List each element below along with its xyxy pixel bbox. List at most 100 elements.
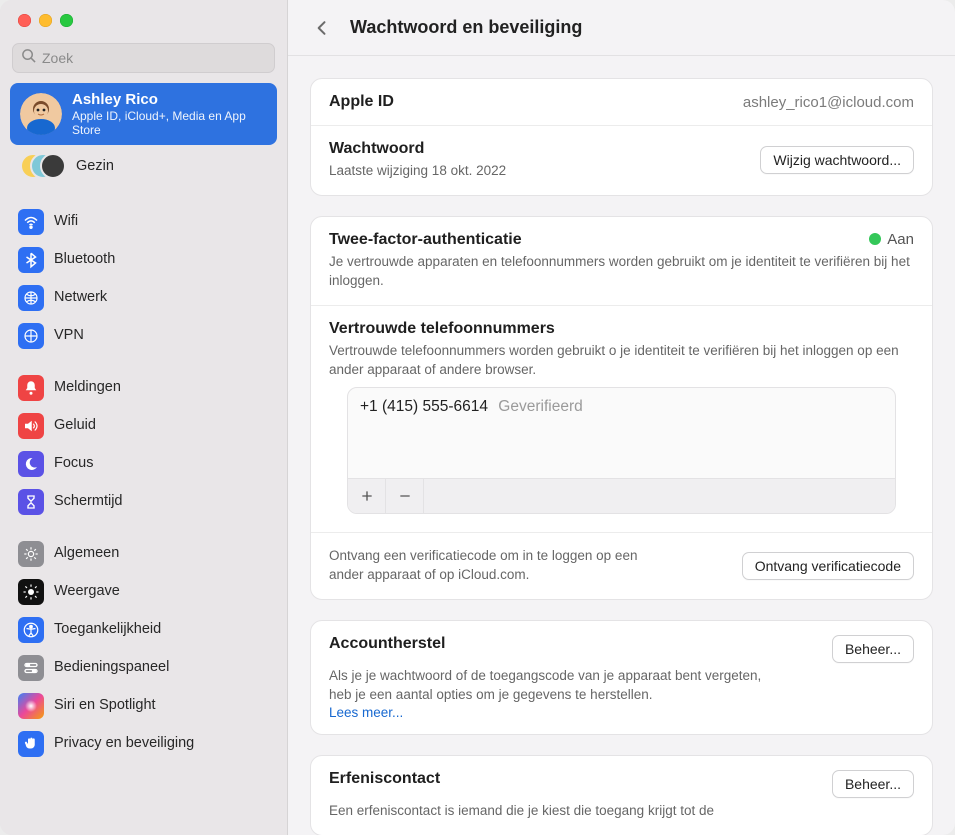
account-recovery-learn-more-link[interactable]: Lees meer... — [329, 705, 914, 720]
settings-window: Ashley Rico Apple ID, iCloud+, Media en … — [0, 0, 955, 835]
row-legacy-contact: Erfeniscontact Beheer... Een erfeniscont… — [311, 756, 932, 835]
vpn-icon — [18, 323, 44, 349]
sidebar-item-control-center[interactable]: Bedieningspaneel — [10, 649, 277, 687]
row-verification-code: Ontvang een verificatiecode om in te log… — [311, 533, 932, 599]
sidebar-item-siri[interactable]: Siri en Spotlight — [10, 687, 277, 725]
sidebar-item-accessibility[interactable]: Toegankelijkheid — [10, 611, 277, 649]
content-scroll[interactable]: Apple ID ashley_rico1@icloud.com Wachtwo… — [288, 56, 955, 835]
sidebar-item-label: Siri en Spotlight — [54, 697, 156, 714]
moon-icon — [18, 451, 44, 477]
sidebar-item-label: Meldingen — [54, 379, 121, 396]
trusted-numbers-toolbar — [348, 478, 895, 513]
card-apple-id: Apple ID ashley_rico1@icloud.com Wachtwo… — [310, 78, 933, 196]
sidebar-item-label: Bluetooth — [54, 251, 115, 268]
sidebar-item-sound[interactable]: Geluid — [10, 407, 277, 445]
page-title: Wachtwoord en beveiliging — [350, 17, 582, 38]
sidebar-item-wifi[interactable]: Wifi — [10, 203, 277, 241]
trusted-number-value: +1 (415) 555-6614 — [360, 398, 488, 415]
speaker-icon — [18, 413, 44, 439]
account-subtitle: Apple ID, iCloud+, Media en App Store — [72, 109, 267, 137]
add-number-button[interactable] — [348, 479, 386, 513]
minimize-window-button[interactable] — [39, 14, 52, 27]
zoom-window-button[interactable] — [60, 14, 73, 27]
list-empty-space — [348, 426, 895, 478]
manage-legacy-button[interactable]: Beheer... — [832, 770, 914, 798]
sidebar-item-family[interactable]: Gezin — [10, 145, 277, 189]
apple-id-label: Apple ID — [329, 93, 394, 111]
sidebar-item-focus[interactable]: Focus — [10, 445, 277, 483]
account-avatar — [20, 93, 62, 135]
change-password-button[interactable]: Wijzig wachtwoord... — [760, 146, 914, 174]
apple-id-value: ashley_rico1@icloud.com — [743, 94, 914, 111]
sidebar-item-network[interactable]: Netwerk — [10, 279, 277, 317]
card-legacy-contact: Erfeniscontact Beheer... Een erfeniscont… — [310, 755, 933, 835]
row-password: Wachtwoord Laatste wijziging 18 okt. 202… — [311, 126, 932, 195]
hourglass-icon — [18, 489, 44, 515]
sidebar-list: Ashley Rico Apple ID, iCloud+, Media en … — [0, 83, 287, 835]
sidebar-item-bluetooth[interactable]: Bluetooth — [10, 241, 277, 279]
row-two-factor: Twee-factor-authenticatie Aan Je vertrou… — [311, 217, 932, 306]
two-factor-title: Twee-factor-authenticatie — [329, 231, 522, 249]
remove-number-button[interactable] — [386, 479, 424, 513]
sidebar-item-apple-id[interactable]: Ashley Rico Apple ID, iCloud+, Media en … — [10, 83, 277, 145]
wifi-icon — [18, 209, 44, 235]
account-recovery-desc: Als je je wachtwoord of de toegangscode … — [329, 667, 768, 705]
account-recovery-title: Accountherstel — [329, 635, 445, 653]
sliders-icon — [18, 655, 44, 681]
sidebar-item-label: Netwerk — [54, 289, 107, 306]
row-account-recovery: Accountherstel Beheer... Als je je wacht… — [311, 621, 932, 734]
header: Wachtwoord en beveiliging — [288, 0, 955, 56]
manage-recovery-button[interactable]: Beheer... — [832, 635, 914, 663]
trusted-number-row[interactable]: +1 (415) 555-6614 Geverifieerd — [348, 388, 895, 426]
sidebar-item-label: Toegankelijkheid — [54, 621, 161, 638]
row-apple-id: Apple ID ashley_rico1@icloud.com — [311, 79, 932, 126]
siri-icon — [18, 693, 44, 719]
gear-icon — [18, 541, 44, 567]
sidebar-item-label: VPN — [54, 327, 84, 344]
card-two-factor: Twee-factor-authenticatie Aan Je vertrou… — [310, 216, 933, 600]
sidebar-item-screentime[interactable]: Schermtijd — [10, 483, 277, 521]
bell-icon — [18, 375, 44, 401]
password-last-changed: Laatste wijziging 18 okt. 2022 — [329, 162, 506, 181]
hand-icon — [18, 731, 44, 757]
sidebar-item-label: Bedieningspaneel — [54, 659, 169, 676]
legacy-contact-desc: Een erfeniscontact is iemand die je kies… — [329, 802, 768, 821]
family-avatars — [20, 153, 66, 181]
trusted-number-status: Geverifieerd — [498, 398, 582, 415]
trusted-numbers-desc: Vertrouwde telefoonnummers worden gebrui… — [329, 342, 914, 380]
sidebar: Ashley Rico Apple ID, iCloud+, Media en … — [0, 0, 288, 835]
search-field[interactable] — [12, 43, 275, 73]
sidebar-item-label: Algemeen — [54, 545, 119, 562]
sidebar-item-label: Schermtijd — [54, 493, 123, 510]
sidebar-item-notifications[interactable]: Meldingen — [10, 369, 277, 407]
sidebar-item-label: Gezin — [76, 158, 114, 175]
bluetooth-icon — [18, 247, 44, 273]
sun-icon — [18, 579, 44, 605]
password-label: Wachtwoord — [329, 140, 506, 158]
accessibility-icon — [18, 617, 44, 643]
globe-icon — [18, 285, 44, 311]
sidebar-item-label: Wifi — [54, 213, 78, 230]
back-button[interactable] — [308, 14, 336, 42]
close-window-button[interactable] — [18, 14, 31, 27]
two-factor-status-text: Aan — [887, 231, 914, 248]
search-input[interactable] — [42, 50, 266, 66]
row-trusted-numbers: Vertrouwde telefoonnummers Vertrouwde te… — [311, 306, 932, 534]
sidebar-item-privacy[interactable]: Privacy en beveiliging — [10, 725, 277, 763]
sidebar-item-label: Focus — [54, 455, 94, 472]
status-dot-icon — [869, 233, 881, 245]
two-factor-description: Je vertrouwde apparaten en telefoonnumme… — [329, 253, 914, 291]
sidebar-item-display[interactable]: Weergave — [10, 573, 277, 611]
legacy-contact-title: Erfeniscontact — [329, 770, 440, 788]
sidebar-item-label: Privacy en beveiliging — [54, 735, 194, 752]
trusted-numbers-list[interactable]: +1 (415) 555-6614 Geverifieerd — [347, 387, 896, 514]
get-verification-code-button[interactable]: Ontvang verificatiecode — [742, 552, 914, 580]
card-account-recovery: Accountherstel Beheer... Als je je wacht… — [310, 620, 933, 735]
search-icon — [21, 48, 42, 68]
sidebar-item-vpn[interactable]: VPN — [10, 317, 277, 355]
sidebar-item-label: Weergave — [54, 583, 120, 600]
window-controls — [0, 0, 287, 37]
sidebar-item-label: Geluid — [54, 417, 96, 434]
verification-code-desc: Ontvang een verificatiecode om in te log… — [329, 547, 668, 585]
sidebar-item-general[interactable]: Algemeen — [10, 535, 277, 573]
